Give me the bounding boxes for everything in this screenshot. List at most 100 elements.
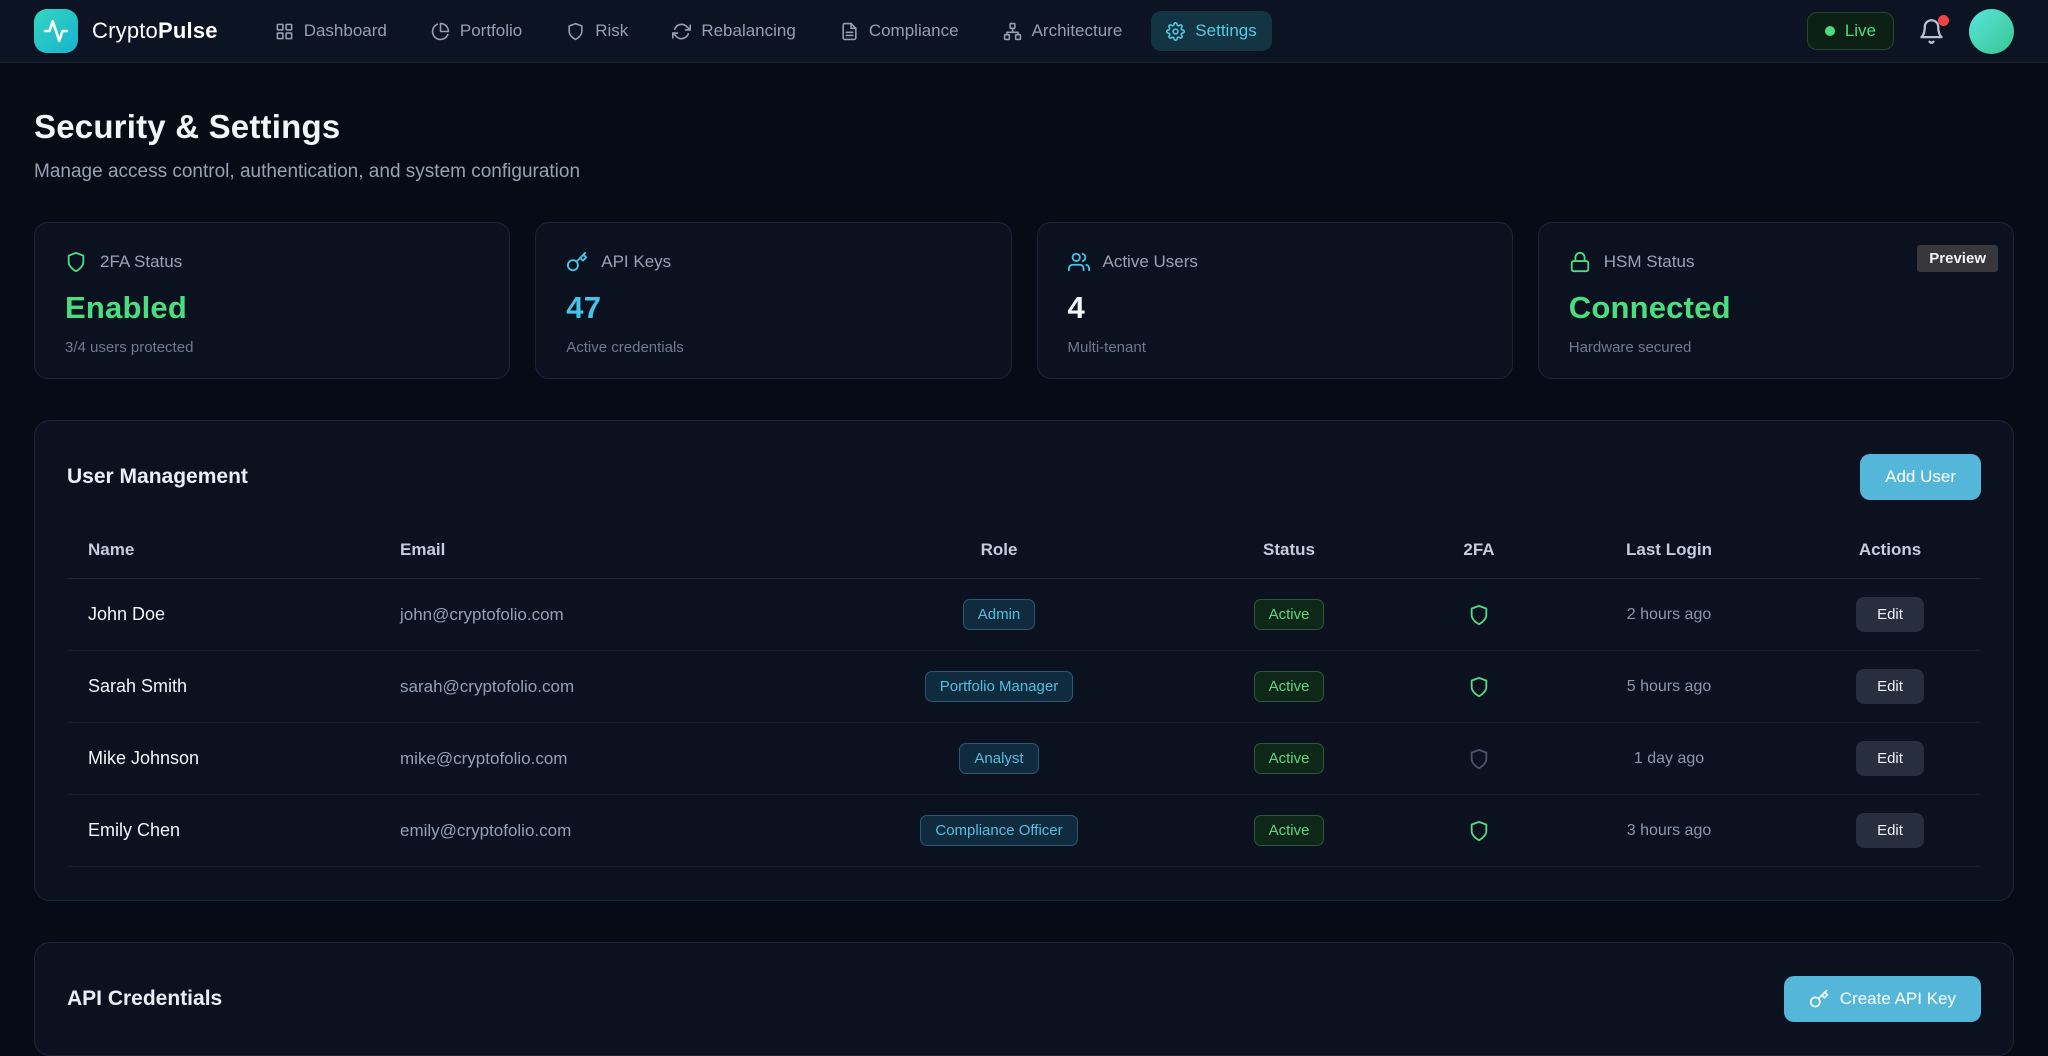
user-email: sarah@cryptofolio.com bbox=[379, 677, 839, 697]
last-login: 2 hours ago bbox=[1539, 606, 1799, 624]
nav-right: Live bbox=[1807, 9, 2014, 54]
table-row: John Doe john@cryptofolio.com Admin Acti… bbox=[67, 579, 1981, 651]
stat-value: Enabled bbox=[65, 290, 479, 326]
edit-user-button[interactable]: Edit bbox=[1856, 741, 1924, 776]
nav-item-settings[interactable]: Settings bbox=[1151, 11, 1271, 51]
stat-value: Connected bbox=[1569, 290, 1983, 326]
edit-user-button[interactable]: Edit bbox=[1856, 597, 1924, 632]
user-management-panel: User Management Add User Name Email Role… bbox=[34, 420, 2014, 901]
user-name: Mike Johnson bbox=[67, 748, 379, 769]
status-badge: Active bbox=[1254, 599, 1325, 630]
page-subtitle: Manage access control, authentication, a… bbox=[34, 161, 2014, 183]
api-credentials-title: API Credentials bbox=[67, 987, 222, 1011]
edit-user-button[interactable]: Edit bbox=[1856, 813, 1924, 848]
shield-icon bbox=[65, 251, 87, 273]
nav-item-compliance[interactable]: Compliance bbox=[825, 11, 974, 51]
refresh-icon bbox=[672, 22, 691, 41]
nav-item-dashboard[interactable]: Dashboard bbox=[260, 11, 402, 51]
nav-items: Dashboard Portfolio Risk Rebalancing Com… bbox=[260, 11, 1272, 51]
add-user-button[interactable]: Add User bbox=[1860, 454, 1981, 500]
stat-card-active-users: Active Users 4 Multi-tenant bbox=[1037, 222, 1513, 379]
stat-label: HSM Status bbox=[1604, 252, 1695, 272]
2fa-shield-icon bbox=[1419, 604, 1539, 626]
main-content: Security & Settings Manage access contro… bbox=[0, 108, 2048, 1056]
stat-sub: 3/4 users protected bbox=[65, 339, 479, 356]
nav-item-risk[interactable]: Risk bbox=[551, 11, 643, 51]
grid-icon bbox=[275, 22, 294, 41]
role-badge: Admin bbox=[963, 599, 1036, 630]
lock-icon bbox=[1569, 251, 1591, 273]
stat-value: 4 bbox=[1068, 290, 1482, 326]
status-badge: Active bbox=[1254, 815, 1325, 846]
user-name: Emily Chen bbox=[67, 820, 379, 841]
user-management-title: User Management bbox=[67, 465, 248, 489]
column-header-last-login: Last Login bbox=[1539, 540, 1799, 560]
stat-card-api-keys: API Keys 47 Active credentials bbox=[535, 222, 1011, 379]
user-name: John Doe bbox=[67, 604, 379, 625]
user-name: Sarah Smith bbox=[67, 676, 379, 697]
api-credentials-panel: API Credentials Create API Key bbox=[34, 942, 2014, 1056]
2fa-shield-icon bbox=[1419, 820, 1539, 842]
preview-badge: Preview bbox=[1917, 245, 1998, 272]
brand[interactable]: CryptoPulse bbox=[34, 9, 218, 53]
stat-sub: Multi-tenant bbox=[1068, 339, 1482, 356]
last-login: 3 hours ago bbox=[1539, 822, 1799, 840]
user-email: mike@cryptofolio.com bbox=[379, 749, 839, 769]
pie-chart-icon bbox=[431, 22, 450, 41]
user-email: john@cryptofolio.com bbox=[379, 605, 839, 625]
nav-label: Risk bbox=[595, 21, 628, 41]
stat-cards: 2FA Status Enabled 3/4 users protected A… bbox=[34, 222, 2014, 379]
notification-dot-icon bbox=[1938, 15, 1949, 26]
stat-card-2fa-status: 2FA Status Enabled 3/4 users protected bbox=[34, 222, 510, 379]
column-header-actions: Actions bbox=[1799, 540, 1981, 560]
status-badge: Active bbox=[1254, 671, 1325, 702]
key-icon bbox=[1809, 989, 1829, 1009]
live-label: Live bbox=[1845, 21, 1876, 41]
table-row: Mike Johnson mike@cryptofolio.com Analys… bbox=[67, 723, 1981, 795]
nav-label: Architecture bbox=[1032, 21, 1123, 41]
nav-label: Settings bbox=[1195, 21, 1256, 41]
stat-label: Active Users bbox=[1103, 252, 1198, 272]
role-badge: Portfolio Manager bbox=[925, 671, 1073, 702]
nav-label: Compliance bbox=[869, 21, 959, 41]
avatar[interactable] bbox=[1969, 9, 2014, 54]
network-icon bbox=[1003, 22, 1022, 41]
table-row: Emily Chen emily@cryptofolio.com Complia… bbox=[67, 795, 1981, 867]
edit-user-button[interactable]: Edit bbox=[1856, 669, 1924, 704]
nav-item-portfolio[interactable]: Portfolio bbox=[416, 11, 537, 51]
column-header-name: Name bbox=[67, 540, 379, 560]
nav-item-rebalancing[interactable]: Rebalancing bbox=[657, 11, 811, 51]
top-nav: CryptoPulse Dashboard Portfolio Risk Reb… bbox=[0, 0, 2048, 63]
role-badge: Analyst bbox=[959, 743, 1038, 774]
stat-sub: Hardware secured bbox=[1569, 339, 1983, 356]
user-email: emily@cryptofolio.com bbox=[379, 821, 839, 841]
stat-sub: Active credentials bbox=[566, 339, 980, 356]
column-header-2fa: 2FA bbox=[1419, 540, 1539, 560]
table-row: Sarah Smith sarah@cryptofolio.com Portfo… bbox=[67, 651, 1981, 723]
page-title: Security & Settings bbox=[34, 108, 2014, 146]
brand-name: CryptoPulse bbox=[92, 18, 218, 44]
nav-label: Dashboard bbox=[304, 21, 387, 41]
live-status-badge[interactable]: Live bbox=[1807, 12, 1894, 50]
nav-label: Portfolio bbox=[460, 21, 522, 41]
stat-label: API Keys bbox=[601, 252, 671, 272]
key-icon bbox=[566, 251, 588, 273]
users-table-header: Name Email Role Status 2FA Last Login Ac… bbox=[67, 528, 1981, 579]
file-text-icon bbox=[840, 22, 859, 41]
nav-label: Rebalancing bbox=[701, 21, 796, 41]
status-badge: Active bbox=[1254, 743, 1325, 774]
stat-value: 47 bbox=[566, 290, 980, 326]
users-table: Name Email Role Status 2FA Last Login Ac… bbox=[67, 528, 1981, 867]
column-header-email: Email bbox=[379, 540, 839, 560]
create-api-key-label: Create API Key bbox=[1840, 989, 1956, 1009]
stat-label: 2FA Status bbox=[100, 252, 182, 272]
live-dot-icon bbox=[1825, 26, 1835, 36]
nav-item-architecture[interactable]: Architecture bbox=[988, 11, 1138, 51]
last-login: 5 hours ago bbox=[1539, 678, 1799, 696]
last-login: 1 day ago bbox=[1539, 750, 1799, 768]
column-header-role: Role bbox=[839, 540, 1159, 560]
notifications-button[interactable] bbox=[1918, 18, 1945, 45]
create-api-key-button[interactable]: Create API Key bbox=[1784, 976, 1981, 1022]
pulse-logo-icon bbox=[34, 9, 78, 53]
column-header-status: Status bbox=[1159, 540, 1419, 560]
